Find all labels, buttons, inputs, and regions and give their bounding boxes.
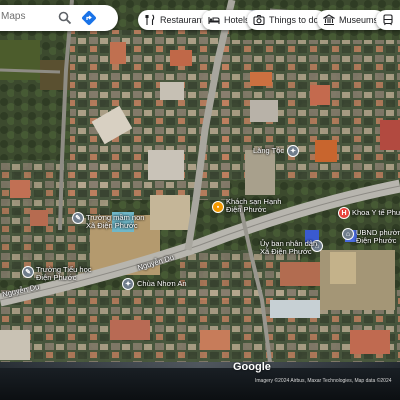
commune-school-label[interactable]: Trường Tiểu học Điện Phước <box>36 266 92 282</box>
museum-icon <box>323 14 335 26</box>
chip-transit[interactable] <box>376 10 400 30</box>
temple-label[interactable]: Lăng Tộc <box>253 147 284 155</box>
chip-label: Museums <box>339 15 379 25</box>
pagoda-label[interactable]: Chùa Nhơn An <box>137 280 187 288</box>
camera-icon <box>253 15 265 26</box>
school-label[interactable]: Trường mầm non Xã Điện Phước <box>86 214 144 230</box>
search-placeholder[interactable]: Maps <box>1 11 25 22</box>
google-logo: Google <box>233 361 271 373</box>
directions-icon[interactable] <box>81 10 97 26</box>
search-box[interactable]: Maps <box>0 5 118 31</box>
pagoda-pin[interactable]: ✦ <box>122 278 134 290</box>
hospital-label[interactable]: Khoa Y tế Phước <box>352 209 400 217</box>
bed-icon <box>208 17 220 24</box>
chip-things-to-do[interactable]: Things to do <box>247 10 326 30</box>
chip-label: Things to do <box>269 15 319 25</box>
school-pin[interactable]: ✎ <box>72 212 84 224</box>
committee-pin[interactable]: ⌂ <box>342 228 354 240</box>
transit-icon <box>383 14 393 26</box>
satellite-map-view[interactable]: Maps Restaurants Hotels Things to do Mus… <box>0 0 400 362</box>
temple-pin[interactable]: ✦ <box>287 145 299 157</box>
hotel-pin[interactable]: ▪ <box>212 201 224 213</box>
chip-label: Hotels <box>224 15 250 25</box>
commune-school-pin[interactable]: ✎ <box>22 266 34 278</box>
fork-knife-icon <box>145 14 155 25</box>
hotel-label[interactable]: Khách sạn Hạnh Điện Phước <box>226 198 281 214</box>
satellite-imagery[interactable] <box>0 0 400 362</box>
bezel-reflection <box>0 362 400 368</box>
hospital-pin[interactable]: H <box>338 207 350 219</box>
search-icon[interactable] <box>58 11 72 25</box>
hall-label[interactable]: Ủy ban nhân dân Xã Điện Phước <box>260 240 317 256</box>
committee-label[interactable]: UBND phườngĐiện Phước <box>356 229 400 245</box>
map-attribution[interactable]: Imagery ©2024 Airbus, Maxar Technologies… <box>255 378 392 384</box>
chip-museums[interactable]: Museums <box>317 10 386 30</box>
